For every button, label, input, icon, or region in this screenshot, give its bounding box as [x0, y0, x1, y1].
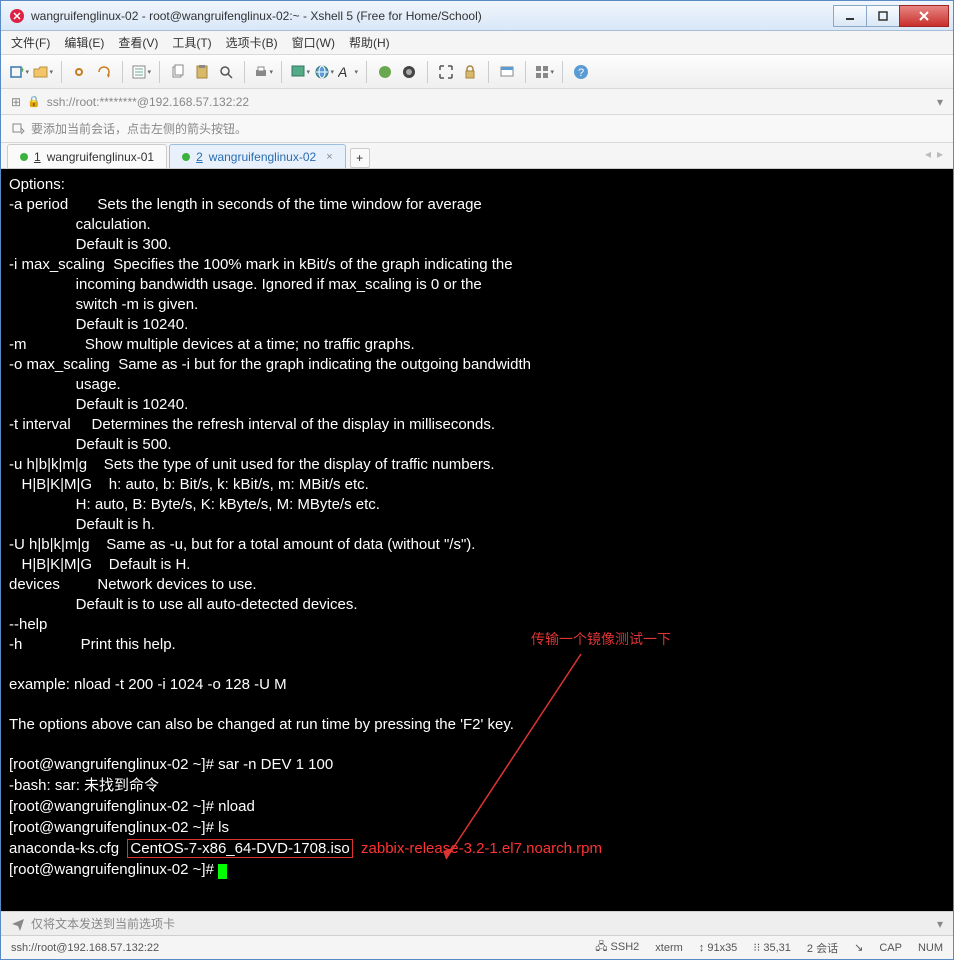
close-tab-icon[interactable]: × [326, 151, 332, 163]
address-add-icon[interactable]: ⊞ [11, 95, 21, 109]
menu-edit[interactable]: 编辑(E) [64, 34, 104, 51]
tab-label: wangruifenglinux-01 [47, 150, 154, 164]
reconnect-icon[interactable] [94, 62, 114, 82]
globe-icon[interactable]: ▾ [314, 62, 334, 82]
ls-file: anaconda-ks.cfg [9, 840, 127, 857]
find-icon[interactable] [216, 62, 236, 82]
status-ssh: 🖧 SSH2 [595, 938, 639, 957]
lock-icon[interactable] [460, 62, 480, 82]
tab-bar: 1 wangruifenglinux-01 2 wangruifenglinux… [1, 143, 953, 169]
ls-file-highlighted: CentOS-7-x86_64-DVD-1708.iso [127, 839, 352, 858]
status-size: ↕ 91x35 [699, 942, 738, 954]
color-scheme-icon[interactable] [375, 62, 395, 82]
error-output: -bash: sar: 未找到命令 [9, 777, 159, 794]
new-tab-icon[interactable]: +▾ [9, 62, 29, 82]
properties-icon[interactable]: ▾ [131, 62, 151, 82]
expand-icon[interactable] [436, 62, 456, 82]
tab-next-icon[interactable]: ▸ [937, 147, 943, 161]
title-bar[interactable]: wangruifenglinux-02 - root@wangruifengli… [1, 1, 953, 31]
info-bar: 要添加当前会话，点击左侧的箭头按钮。 [1, 115, 953, 143]
status-url: ssh://root@192.168.57.132:22 [11, 942, 159, 954]
window-title: wangruifenglinux-02 - root@wangruifengli… [31, 9, 834, 23]
status-dot-icon [182, 153, 190, 161]
menu-file[interactable]: 文件(F) [11, 34, 50, 51]
prompt: [root@wangruifenglinux-02 ~]# [9, 798, 218, 815]
minimize-button[interactable] [833, 5, 867, 27]
open-folder-icon[interactable]: ▾ [33, 62, 53, 82]
menu-view[interactable]: 查看(V) [118, 34, 158, 51]
status-dot-icon [20, 153, 28, 161]
command: ls [218, 819, 229, 836]
svg-text:A: A [338, 64, 347, 80]
svg-text:+: + [20, 65, 24, 75]
print-icon[interactable]: ▾ [253, 62, 273, 82]
status-pos: ⁝⁝ 35,31 [753, 941, 791, 954]
layout-icon[interactable]: ▾ [534, 62, 554, 82]
add-tab-button[interactable]: + [350, 148, 370, 168]
paste-icon[interactable] [192, 62, 212, 82]
svg-text:?: ? [578, 67, 584, 79]
send-icon[interactable] [11, 917, 25, 931]
app-window: wangruifenglinux-02 - root@wangruifengli… [0, 0, 954, 960]
tab-number: 1 [34, 150, 41, 164]
fontsize-icon[interactable]: A▾ [338, 62, 358, 82]
fullscreen-icon[interactable]: ▾ [290, 62, 310, 82]
menu-tabs[interactable]: 选项卡(B) [226, 34, 278, 51]
cursor [218, 864, 227, 879]
send-text[interactable]: 仅将文本发送到当前选项卡 [31, 915, 931, 932]
color-scheme-2-icon[interactable] [399, 62, 419, 82]
address-bar: ⊞ 🔒 ssh://root:********@192.168.57.132:2… [1, 89, 953, 115]
menu-bar: 文件(F) 编辑(E) 查看(V) 工具(T) 选项卡(B) 窗口(W) 帮助(… [1, 31, 953, 55]
tab-number: 2 [196, 150, 203, 164]
resize-grip-icon[interactable]: ↘ [854, 941, 863, 954]
tab-label: wangruifenglinux-02 [209, 150, 316, 164]
send-bar: 仅将文本发送到当前选项卡 ▾ [1, 911, 953, 935]
tab-2[interactable]: 2 wangruifenglinux-02 × [169, 144, 346, 168]
link-icon[interactable] [70, 62, 90, 82]
terminal[interactable]: Options: -a period Sets the length in se… [1, 169, 953, 911]
status-num: NUM [918, 942, 943, 954]
prompt: [root@wangruifenglinux-02 ~]# [9, 861, 218, 878]
maximize-button[interactable] [866, 5, 900, 27]
tab-1[interactable]: 1 wangruifenglinux-01 [7, 144, 167, 168]
session-icon[interactable] [497, 62, 517, 82]
help-icon[interactable]: ? [571, 62, 591, 82]
tab-nav: ◂ ▸ [925, 147, 943, 161]
status-cap: CAP [879, 942, 902, 954]
info-text: 要添加当前会话，点击左侧的箭头按钮。 [31, 120, 247, 137]
app-icon [9, 8, 25, 24]
command: sar -n DEV 1 100 [218, 756, 333, 773]
status-sessions: 2 会话 [807, 940, 838, 956]
menu-window[interactable]: 窗口(W) [292, 34, 335, 51]
toolbar: +▾ ▾ ▾ ▾ ▾ ▾ A▾ ▾ ? [1, 55, 953, 89]
close-button[interactable] [899, 5, 949, 27]
status-term: xterm [655, 942, 683, 954]
menu-help[interactable]: 帮助(H) [349, 34, 390, 51]
prompt: [root@wangruifenglinux-02 ~]# [9, 819, 218, 836]
tab-prev-icon[interactable]: ◂ [925, 147, 931, 161]
add-session-icon[interactable] [11, 122, 25, 136]
prompt: [root@wangruifenglinux-02 ~]# [9, 756, 218, 773]
address-url[interactable]: ssh://root:********@192.168.57.132:22 [47, 95, 931, 109]
annotation-arrow [431, 649, 591, 869]
copy-icon[interactable] [168, 62, 188, 82]
send-dropdown-icon[interactable]: ▾ [937, 917, 943, 931]
dropdown-icon[interactable]: ▾ [937, 95, 943, 109]
annotation-text: 传输一个镜像测试一下 [531, 631, 671, 651]
lock-icon: 🔒 [27, 95, 41, 108]
command: nload [218, 798, 255, 815]
status-bar: ssh://root@192.168.57.132:22 🖧 SSH2 xter… [1, 935, 953, 959]
menu-tools[interactable]: 工具(T) [172, 34, 211, 51]
